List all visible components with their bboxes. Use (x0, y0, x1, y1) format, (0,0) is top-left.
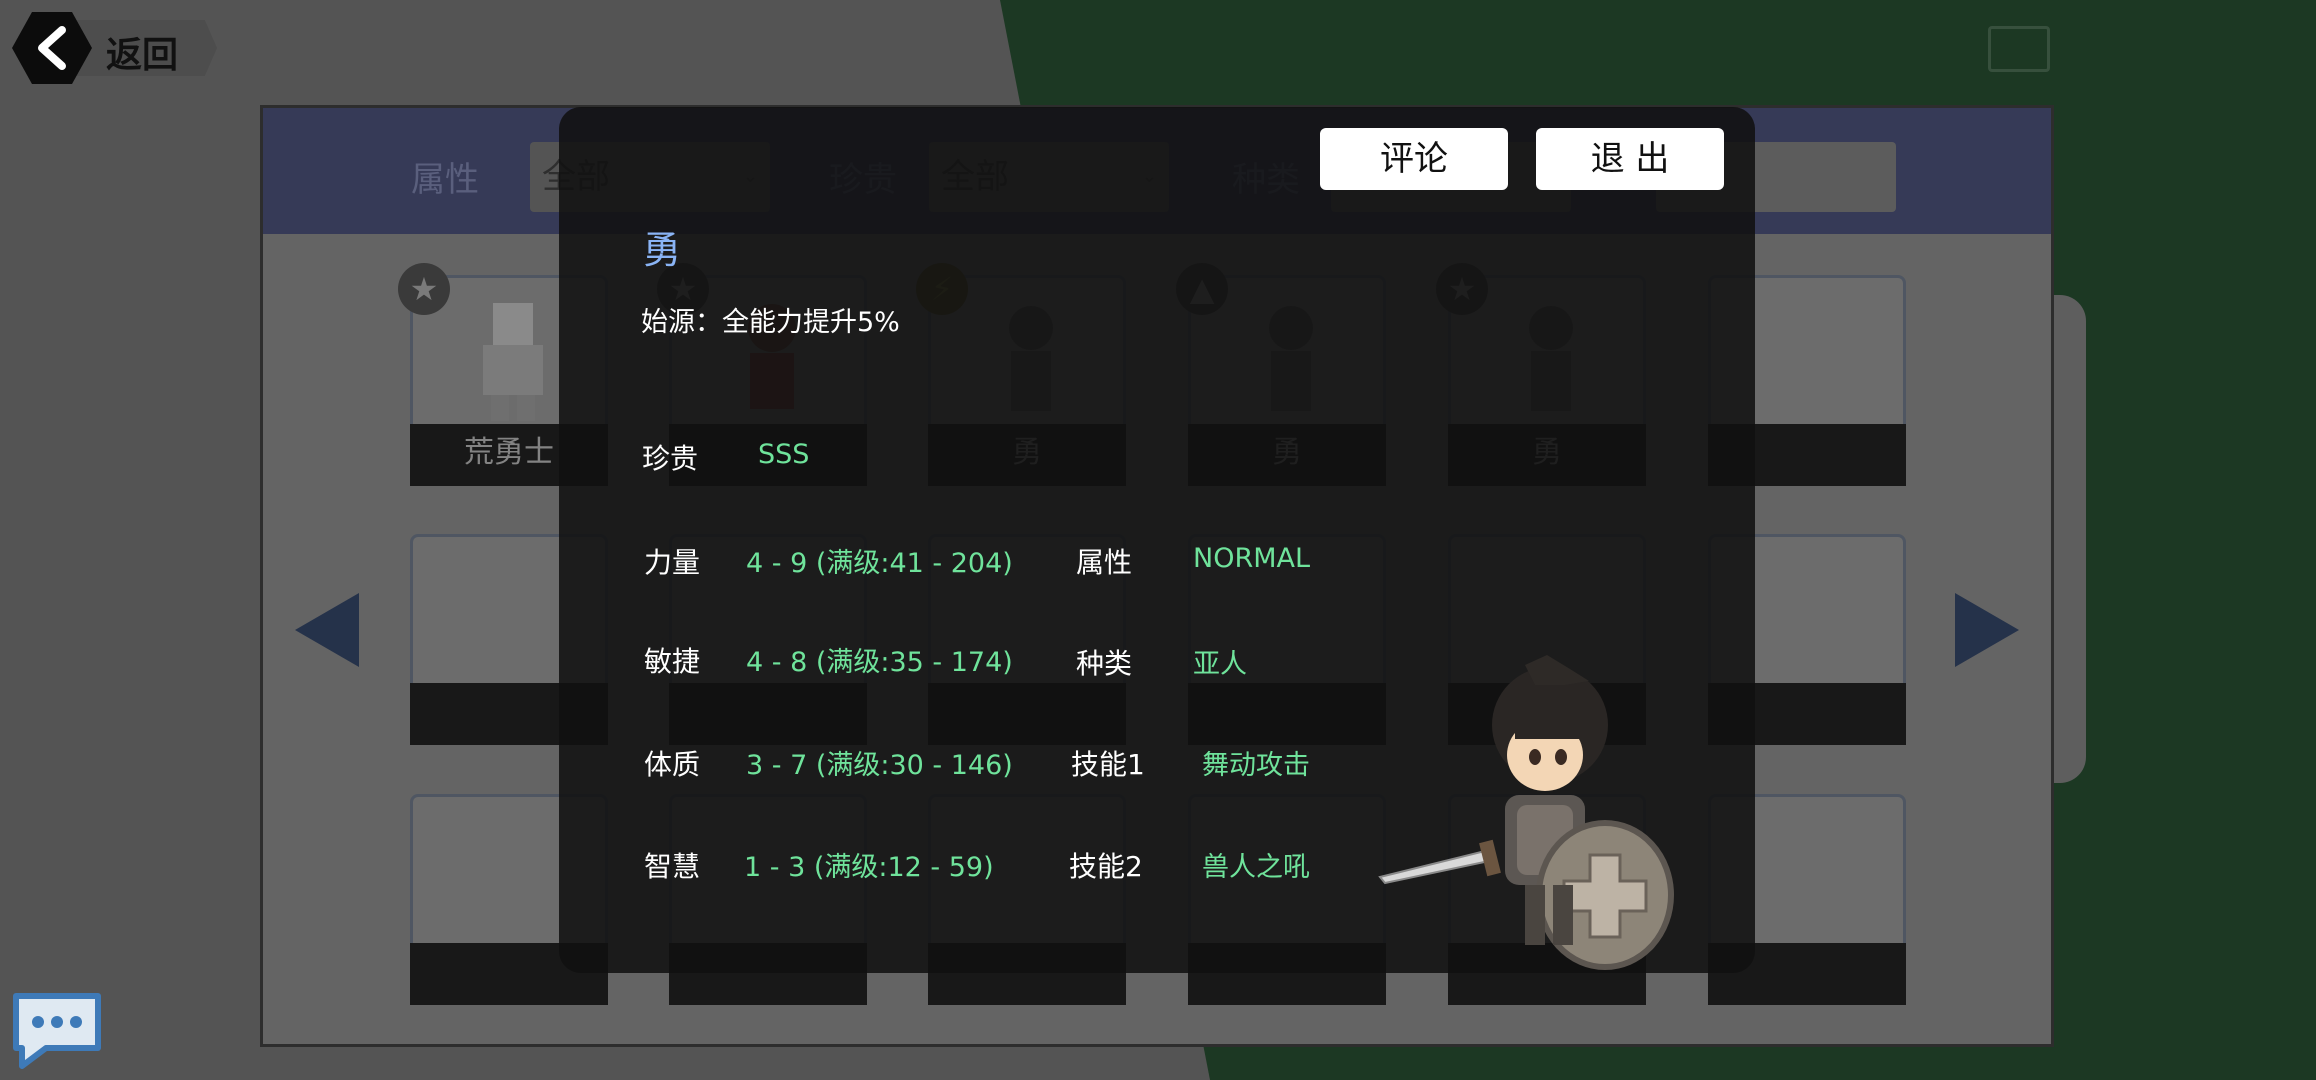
stat-agility-label: 敏捷 (644, 645, 701, 678)
character-portrait (1378, 655, 1674, 970)
triangle-right-icon[interactable] (1955, 593, 2019, 667)
rarity-value: SSS (758, 439, 810, 470)
info-skill2-value: 兽人之吼 (1202, 852, 1310, 883)
origin-label: 始源： (641, 307, 722, 338)
stat-wisdom-value: 1 - 3 (满级:12 - 59) (744, 852, 994, 883)
stat-constitution-label: 体质 (644, 748, 701, 781)
info-type-label: 种类 (1076, 647, 1133, 680)
info-attribute-value: NORMAL (1193, 543, 1311, 574)
stat-strength-value: 4 - 9 (满级:41 - 204) (746, 548, 1013, 579)
fullscreen-icon[interactable] (1988, 26, 2050, 72)
info-type-value: 亚人 (1193, 649, 1247, 680)
comment-button[interactable]: 评论 (1320, 128, 1508, 190)
origin-value: 全能力提升5% (722, 307, 900, 338)
triangle-left-icon[interactable] (295, 593, 359, 667)
back-button[interactable]: 返回 (12, 12, 217, 84)
star-icon: ★ (398, 263, 450, 315)
speech-bubble-icon[interactable] (10, 990, 104, 1070)
filter-attribute-label: 属性 (411, 160, 479, 200)
stat-agility-value: 4 - 8 (满级:35 - 174) (746, 647, 1013, 678)
exit-button[interactable]: 退 出 (1536, 128, 1724, 190)
info-skill1-value: 舞动攻击 (1202, 750, 1310, 781)
back-label: 返回 (106, 35, 179, 76)
character-thumbnail (483, 303, 543, 421)
info-attribute-label: 属性 (1076, 546, 1133, 579)
stat-wisdom-label: 智慧 (644, 850, 701, 883)
stat-strength-label: 力量 (644, 546, 701, 579)
info-skill2-label: 技能2 (1069, 850, 1143, 883)
rarity-label: 珍贵 (642, 442, 699, 475)
stat-constitution-value: 3 - 7 (满级:30 - 146) (746, 750, 1013, 781)
character-title: 勇 (643, 228, 682, 272)
chevron-left-icon (38, 26, 66, 70)
info-skill1-label: 技能1 (1071, 748, 1145, 781)
origin-line: 始源：全能力提升5% (641, 300, 900, 339)
